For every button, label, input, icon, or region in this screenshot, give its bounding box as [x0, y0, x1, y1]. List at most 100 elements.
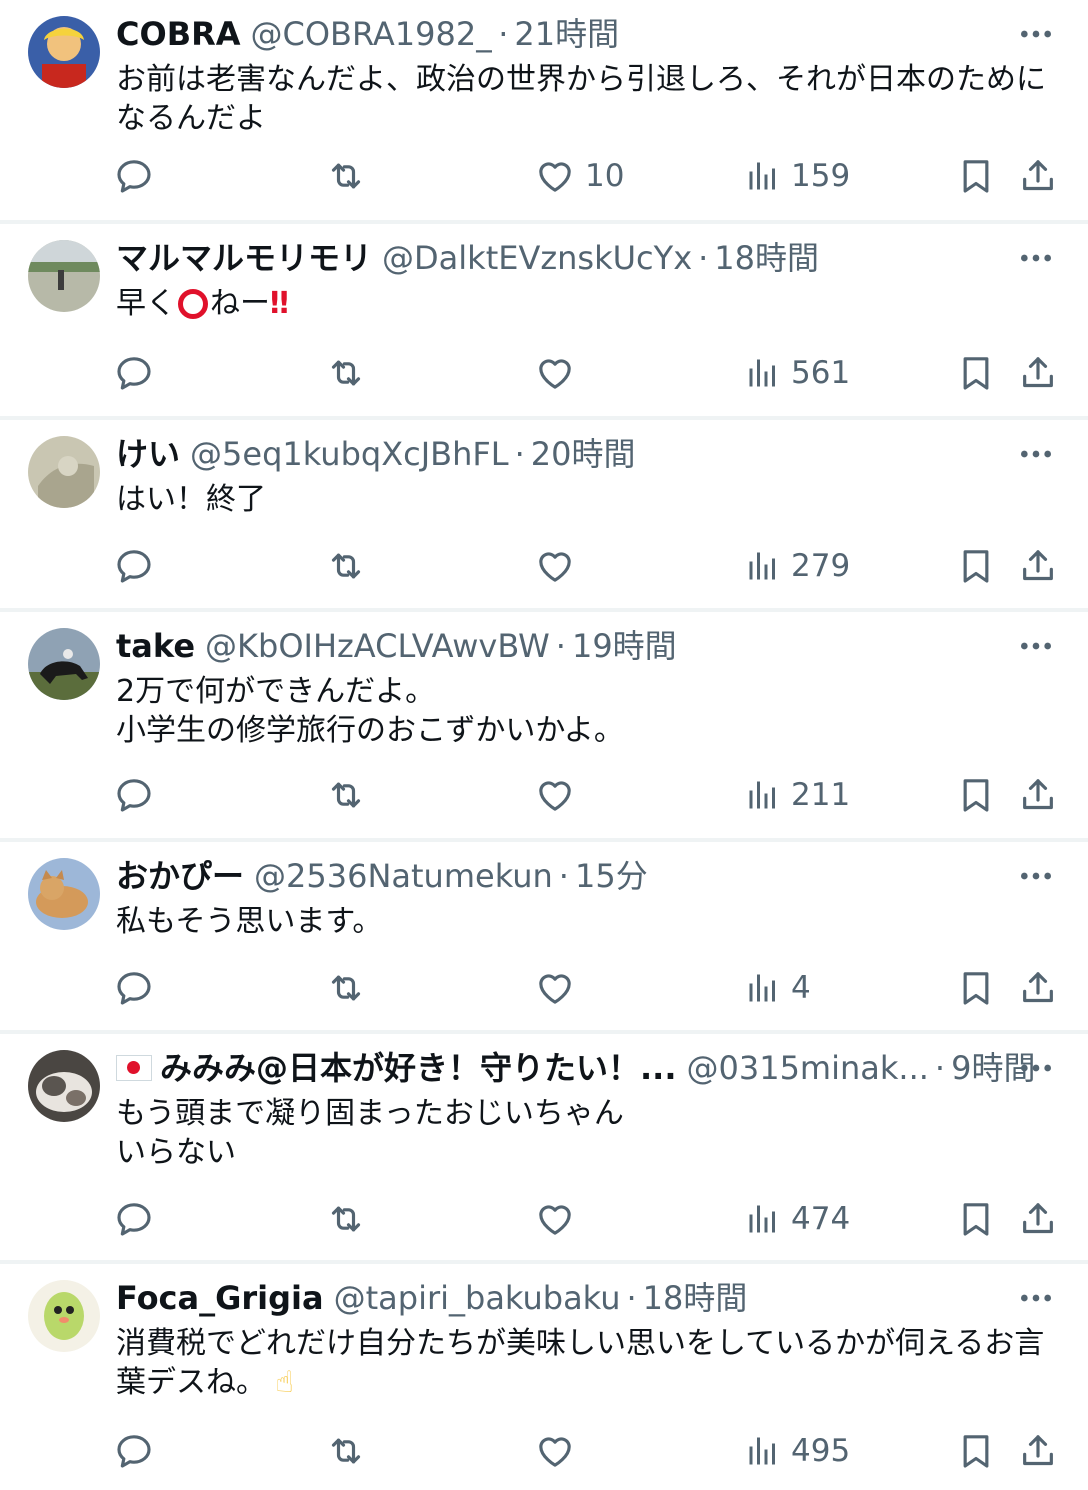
more-icon[interactable]	[1016, 434, 1056, 474]
views-button[interactable]: 211	[745, 773, 850, 817]
avatar[interactable]	[28, 16, 100, 88]
avatar[interactable]	[28, 858, 100, 930]
share-button[interactable]	[1018, 154, 1058, 198]
share-button[interactable]	[1018, 773, 1058, 817]
display-name[interactable]: Foca_Grigia	[116, 1276, 324, 1320]
bookmark-icon	[956, 775, 996, 815]
user-handle[interactable]: @COBRA1982_	[250, 12, 492, 56]
like-button[interactable]	[535, 544, 585, 588]
retweet-button[interactable]	[326, 351, 366, 395]
user-handle[interactable]: @5eq1kubqXcJBhFL	[190, 432, 509, 476]
retweet-button[interactable]	[326, 544, 366, 588]
like-button[interactable]: 10	[535, 154, 624, 198]
views-button[interactable]: 159	[745, 154, 850, 198]
view-count: 159	[791, 158, 851, 194]
like-button[interactable]	[535, 351, 585, 395]
like-button[interactable]	[535, 1429, 585, 1473]
separator: ·	[698, 239, 709, 277]
tweet[interactable]: みみみ@日本が好き！守りたい！... @0315minak... · 9時間 も…	[0, 1034, 1088, 1264]
view-count: 474	[791, 1201, 851, 1237]
timestamp[interactable]: 19時間	[572, 624, 677, 668]
tweet-header: COBRA @COBRA1982_ · 21時間	[116, 12, 1058, 56]
timestamp[interactable]: 18時間	[714, 236, 819, 280]
avatar[interactable]	[28, 628, 100, 700]
user-handle[interactable]: @2536Natumekun	[254, 854, 553, 898]
retweet-button[interactable]	[326, 1429, 366, 1473]
timestamp[interactable]: 20時間	[531, 432, 636, 476]
bookmark-button[interactable]	[956, 351, 996, 395]
tweet[interactable]: おかぴー @2536Natumekun · 15分 私もそう思います。 4	[0, 842, 1088, 1034]
timestamp[interactable]: 18時間	[643, 1276, 748, 1320]
reply-button[interactable]	[114, 544, 154, 588]
bookmark-button[interactable]	[956, 1429, 996, 1473]
user-handle[interactable]: @tapiri_bakubaku	[334, 1276, 621, 1320]
bookmark-button[interactable]	[956, 1197, 996, 1241]
retweet-button[interactable]	[326, 966, 366, 1010]
like-button[interactable]	[535, 966, 585, 1010]
avatar[interactable]	[28, 436, 100, 508]
more-icon[interactable]	[1016, 238, 1056, 278]
separator: ·	[626, 1279, 637, 1317]
more-icon[interactable]	[1016, 1278, 1056, 1318]
display-name[interactable]: みみみ@日本が好き！守りたい！...	[160, 1046, 676, 1090]
tweet[interactable]: けい @5eq1kubqXcJBhFL · 20時間 はい！終了 279	[0, 420, 1088, 612]
tweet[interactable]: take @KbOIHzACLVAwvBW · 19時間 2万で何ができんだよ。…	[0, 612, 1088, 842]
more-icon[interactable]	[1016, 1048, 1056, 1088]
more-icon[interactable]	[1016, 856, 1056, 896]
share-icon	[1018, 156, 1058, 196]
views-button[interactable]: 4	[745, 966, 811, 1010]
tweet-text: 消費税でどれだけ自分たちが美味しい思いをしているかが伺えるお言 葉デスね。 ☝	[116, 1324, 1058, 1402]
bookmark-button[interactable]	[956, 544, 996, 588]
share-button[interactable]	[1018, 1429, 1058, 1473]
display-name[interactable]: COBRA	[116, 12, 240, 56]
share-button[interactable]	[1018, 1197, 1058, 1241]
share-button[interactable]	[1018, 544, 1058, 588]
avatar[interactable]	[28, 1050, 100, 1122]
reply-button[interactable]	[114, 966, 154, 1010]
views-button[interactable]: 279	[745, 544, 850, 588]
action-bar: 279	[0, 544, 1088, 588]
avatar[interactable]	[28, 1280, 100, 1352]
more-icon[interactable]	[1016, 14, 1056, 54]
tweet-text-part: ねー	[210, 286, 270, 321]
timestamp[interactable]: 15分	[575, 854, 648, 898]
tweet[interactable]: COBRA @COBRA1982_ · 21時間 お前は老害なんだよ、政治の世界…	[0, 0, 1088, 224]
views-button[interactable]: 474	[745, 1197, 850, 1241]
user-handle[interactable]: @0315minak...	[686, 1046, 928, 1090]
reply-button[interactable]	[114, 773, 154, 817]
retweet-button[interactable]	[326, 1197, 366, 1241]
share-icon	[1018, 968, 1058, 1008]
action-bar: 4	[0, 966, 1088, 1010]
tweet[interactable]: マルマルモリモリ @DalktEVznskUcYx · 18時間 早く ねー‼ 5…	[0, 224, 1088, 420]
display-name[interactable]: おかぴー	[116, 854, 244, 898]
more-icon[interactable]	[1016, 626, 1056, 666]
bookmark-icon	[956, 1431, 996, 1471]
like-icon	[535, 968, 575, 1008]
avatar[interactable]	[28, 240, 100, 312]
bookmark-button[interactable]	[956, 773, 996, 817]
views-button[interactable]: 561	[745, 351, 850, 395]
display-name[interactable]: take	[116, 624, 195, 668]
like-button[interactable]	[535, 1197, 585, 1241]
reply-button[interactable]	[114, 1429, 154, 1473]
display-name[interactable]: マルマルモリモリ	[116, 236, 372, 280]
bookmark-button[interactable]	[956, 966, 996, 1010]
timestamp[interactable]: 21時間	[514, 12, 619, 56]
share-button[interactable]	[1018, 351, 1058, 395]
like-button[interactable]	[535, 773, 585, 817]
user-handle[interactable]: @KbOIHzACLVAwvBW	[205, 624, 550, 668]
tweet-text-part: 早く	[116, 286, 176, 321]
like-icon	[535, 546, 575, 586]
user-handle[interactable]: @DalktEVznskUcYx	[382, 236, 692, 280]
tweet[interactable]: Foca_Grigia @tapiri_bakubaku · 18時間 消費税で…	[0, 1264, 1088, 1490]
reply-button[interactable]	[114, 154, 154, 198]
retweet-button[interactable]	[326, 773, 366, 817]
reply-button[interactable]	[114, 351, 154, 395]
retweet-button[interactable]	[326, 154, 366, 198]
reply-button[interactable]	[114, 1197, 154, 1241]
bookmark-button[interactable]	[956, 154, 996, 198]
pointing-up-emoji: ☝	[275, 1365, 294, 1400]
share-button[interactable]	[1018, 966, 1058, 1010]
display-name[interactable]: けい	[116, 432, 180, 476]
views-button[interactable]: 495	[745, 1429, 850, 1473]
